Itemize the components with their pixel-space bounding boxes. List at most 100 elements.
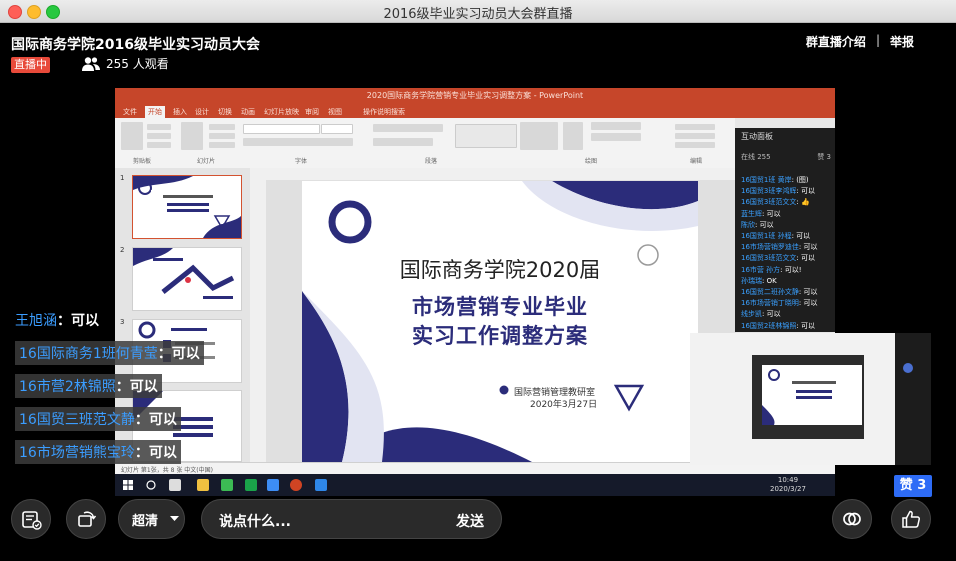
panel-stats: 在线 255 赞 3 (741, 152, 831, 162)
panel-message-text: 可以 (800, 187, 815, 196)
panel-message-user: 16国贸1班 黄岸 (741, 176, 792, 184)
like-button[interactable] (891, 499, 931, 539)
quality-selector[interactable]: 超清 (118, 499, 185, 539)
ppt-tab: 设计 (195, 108, 209, 116)
panel-message-text: 可以 (759, 220, 774, 229)
link-rings-icon (843, 512, 861, 526)
wechat-icon[interactable] (221, 479, 233, 491)
slide-thumbnail[interactable] (132, 247, 242, 311)
slide-canvas: 国际商务学院2020届 市场营销专业毕业 实习工作调整方案 国际营销管理教研室 … (266, 180, 736, 462)
report-link[interactable]: 举报 (890, 33, 914, 50)
slide-subheading-1: 市场营销专业毕业 (412, 295, 588, 319)
ribbon-group-label: 剪贴板 (133, 158, 152, 165)
ppt-titlebar: 2020国际商务学院营销专业毕业实习调整方案 - PowerPoint (115, 88, 835, 105)
thumbs-up-icon (902, 510, 921, 528)
live-status-badge: 直播中 (11, 57, 50, 73)
panel-message-user: 蓝生辉 (741, 209, 762, 218)
ppt-tab: 切换 (218, 108, 232, 116)
ppt-tab: 插入 (173, 108, 187, 116)
ppt-tab: 幻灯片放映 (264, 108, 299, 116)
slide-thumbnail[interactable] (132, 175, 242, 239)
panel-message-user: 线步凯 (741, 310, 762, 319)
thumb-number: 3 (120, 318, 125, 326)
ppt-tab: 动画 (241, 108, 255, 116)
window-title: 2016级毕业实习动员大会群直播 (383, 7, 573, 22)
rotate-icon (78, 511, 97, 527)
danmu-message: 16市场营销熊宝玲 ：可以 (15, 440, 181, 464)
ppt-tab: 操作说明搜索 (363, 108, 405, 116)
panel-message: 16国贸2班林锦照: 可以 (741, 321, 815, 331)
danmu-user: 16国际商务1班何青莹 (19, 346, 158, 362)
slide-heading: 国际商务学院2020届 (399, 258, 601, 282)
danmu-user: 16市场营销熊宝玲 (19, 445, 135, 461)
app-icon[interactable] (315, 479, 327, 491)
ppt-ribbon: 剪贴板 幻灯片 字体 段落 绘图 编辑 (115, 118, 735, 169)
ppt-tab: 开始 (145, 106, 165, 118)
app-icon[interactable] (245, 479, 257, 491)
app-icon[interactable] (267, 479, 279, 491)
live-intro-link[interactable]: 群直播介绍 (806, 33, 866, 50)
panel-message: 16国贸1班 黄岸: (图) (741, 175, 809, 185)
powerpoint-icon[interactable] (290, 479, 302, 491)
panel-like-count: 赞 3 (817, 153, 831, 161)
danmu-message: 16国际商务1班何青莹 ：可以 (15, 341, 204, 365)
current-slide: 国际商务学院2020届 市场营销专业毕业 实习工作调整方案 国际营销管理教研室 … (302, 181, 698, 462)
danmu-user: 王旭涵 (15, 313, 57, 329)
chat-input[interactable]: 说点什么... 发送 (201, 499, 502, 539)
windows-start-icon[interactable] (123, 480, 133, 490)
live-title: 国际商务学院2016级毕业实习动员大会 (11, 37, 260, 53)
panel-message-user: 16国贸3班李鸿辉 (741, 187, 797, 196)
panel-message: 蓝生辉: 可以 (741, 209, 781, 219)
danmu-text: ：可以 (134, 445, 177, 461)
ribbon-group-label: 幻灯片 (197, 158, 216, 165)
chat-placeholder: 说点什么... (219, 514, 291, 530)
panel-message-user: 16国贸2班林锦照 (741, 321, 797, 330)
thumb-number: 2 (120, 246, 125, 254)
panel-message-text: 可以! (784, 265, 802, 274)
panel-message: 16市场营销罗迪佳: 可以 (741, 242, 818, 252)
panel-message-text: 可以 (800, 321, 815, 330)
panel-message-user: 陈欣 (741, 220, 755, 229)
danmu-text: ：可以 (157, 346, 200, 362)
window-titlebar: 2016级毕业实习动员大会群直播 (0, 0, 956, 23)
ppt-tab: 审阅 (305, 108, 319, 116)
panel-message: 陈欣: 可以 (741, 220, 774, 230)
effects-button[interactable] (832, 499, 872, 539)
panel-message: 线步凯: 可以 (741, 309, 781, 319)
clock-time: 10:49 (777, 476, 799, 484)
people-icon (82, 56, 100, 71)
panel-title: 互动面板 (741, 132, 773, 141)
panel-message-text: (图) (796, 176, 809, 184)
checkin-button[interactable] (11, 499, 51, 539)
danmu-text: ：可以 (115, 379, 158, 395)
panel-message-text: 可以 (766, 209, 781, 218)
taskview-icon[interactable] (169, 479, 181, 491)
ribbon-group-label: 绘图 (585, 158, 598, 165)
presenter-preview[interactable] (690, 333, 931, 465)
panel-message-user: 16市场营销罗迪佳 (741, 243, 799, 252)
panel-message: 孙瑞瑞: OK (741, 276, 777, 286)
folder-icon[interactable] (197, 479, 209, 491)
panel-message-text: 👍 (800, 198, 810, 207)
interaction-panel: 互动面板 在线 255 赞 3 16国贸1班 黄岸: (图) 16国贸3班李鸿辉:… (735, 128, 835, 332)
danmu-user: 16市营2林锦照 (19, 379, 116, 395)
preview-slide (762, 365, 862, 425)
panel-message-user: 16国贸二班孙文静 (741, 288, 799, 296)
ribbon-group-label: 段落 (425, 158, 438, 165)
windows-taskbar: 10:49 2020/3/27 (115, 474, 835, 496)
panel-message: 16国贸1班 孙程: 可以 (741, 231, 810, 241)
thumb-number: 1 (120, 174, 125, 182)
viewer-count-text: 255 人观看 (106, 57, 169, 71)
panel-message: 16国贸二班孙文静: 可以 (741, 287, 818, 297)
checklist-icon (22, 511, 42, 530)
caret-down-icon (170, 516, 180, 521)
send-button[interactable]: 发送 (456, 511, 484, 531)
panel-message-text: OK (766, 276, 777, 285)
panel-message-user: 孙瑞瑞 (741, 276, 762, 285)
taskbar-clock: 10:49 2020/3/27 (770, 476, 806, 494)
ribbon-group-label: 编辑 (690, 158, 703, 165)
link-separator: | (875, 33, 880, 47)
rotate-screen-button[interactable] (66, 499, 106, 539)
panel-message-user: 16市营 孙方 (741, 265, 781, 274)
search-icon[interactable] (146, 480, 156, 490)
